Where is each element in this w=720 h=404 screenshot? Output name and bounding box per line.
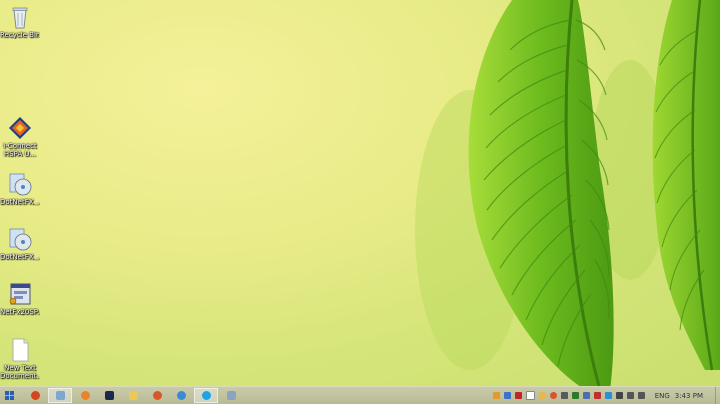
tray-app-icon[interactable] xyxy=(503,392,511,399)
installer-disc-icon xyxy=(9,173,32,196)
folder-icon xyxy=(128,391,138,400)
desktop-icon-label: Recycle Bin xyxy=(0,31,40,39)
taskbar-app-button[interactable] xyxy=(74,388,96,403)
taskbar: ENG 3:43 PM xyxy=(0,386,720,404)
network-icon[interactable] xyxy=(626,392,634,399)
desktop-icon-dotnetfx-1[interactable]: DotNetFX_... xyxy=(0,171,40,206)
taskbar-app-button[interactable] xyxy=(24,388,46,403)
desktop-icon-i-connect[interactable]: I-Connect HSPA U... xyxy=(0,115,40,158)
taskbar-app-button[interactable] xyxy=(122,388,144,403)
desktop-icon-dotnetfx-2[interactable]: DotNetFX_... xyxy=(0,226,40,261)
desktop-icon-new-text-document[interactable]: New Text Document... xyxy=(0,337,40,380)
tray-app-icon[interactable] xyxy=(571,392,579,399)
input-language[interactable]: ENG xyxy=(655,392,670,400)
taskbar-app-button[interactable] xyxy=(194,388,218,403)
show-desktop-button[interactable] xyxy=(715,387,720,404)
desktop-icon-netfx20sp[interactable]: NetFx20SP... xyxy=(0,281,40,316)
firefox-icon xyxy=(80,391,90,400)
chat-icon xyxy=(152,391,162,400)
desktop-icon-label: DotNetFX_... xyxy=(0,198,40,206)
taskbar-app-button[interactable] xyxy=(98,388,120,403)
taskbar-app-button[interactable] xyxy=(220,388,242,403)
skype-icon xyxy=(201,391,211,400)
clock[interactable]: 3:43 PM xyxy=(675,392,703,400)
settings-icon xyxy=(226,391,236,400)
windows-logo-icon xyxy=(4,391,14,400)
system-tray: ENG 3:43 PM xyxy=(491,387,720,404)
tray-app-icon[interactable] xyxy=(615,392,623,399)
start-button[interactable] xyxy=(0,388,18,403)
tray-app-icon[interactable] xyxy=(525,391,535,400)
file-explorer-icon xyxy=(55,391,65,400)
tray-app-icon[interactable] xyxy=(538,392,546,399)
desktop-wallpaper xyxy=(415,0,720,391)
tray-app-icon[interactable] xyxy=(604,392,612,399)
text-document-icon xyxy=(12,338,29,362)
tray-app-icon[interactable] xyxy=(582,392,590,399)
installer-disc-icon xyxy=(9,228,32,251)
recycle-bin-icon xyxy=(12,7,28,29)
taskbar-app-button[interactable] xyxy=(170,388,192,403)
desktop-icon-label: NetFx20SP... xyxy=(0,308,40,316)
i-connect-app-icon xyxy=(9,117,31,139)
desktop-icon-label: I-Connect HSPA U... xyxy=(3,142,37,158)
tray-app-icon[interactable] xyxy=(593,392,601,399)
media-player-icon xyxy=(104,391,114,400)
tray-app-icon[interactable] xyxy=(492,392,500,399)
browser-icon xyxy=(176,391,186,400)
setup-package-icon xyxy=(9,283,31,305)
taskbar-app-button[interactable] xyxy=(48,388,72,403)
internet-explorer-icon xyxy=(30,391,40,400)
desktop-icon-label: New Text Document... xyxy=(0,364,40,380)
tray-app-icon[interactable] xyxy=(549,392,557,399)
volume-icon[interactable] xyxy=(637,392,645,399)
tray-app-icon[interactable] xyxy=(560,392,568,399)
taskbar-app-button[interactable] xyxy=(146,388,168,403)
tray-app-icon[interactable] xyxy=(514,392,522,399)
desktop-icon-recycle-bin[interactable]: Recycle Bin xyxy=(0,4,40,39)
desktop-icon-label: DotNetFX_... xyxy=(0,253,40,261)
